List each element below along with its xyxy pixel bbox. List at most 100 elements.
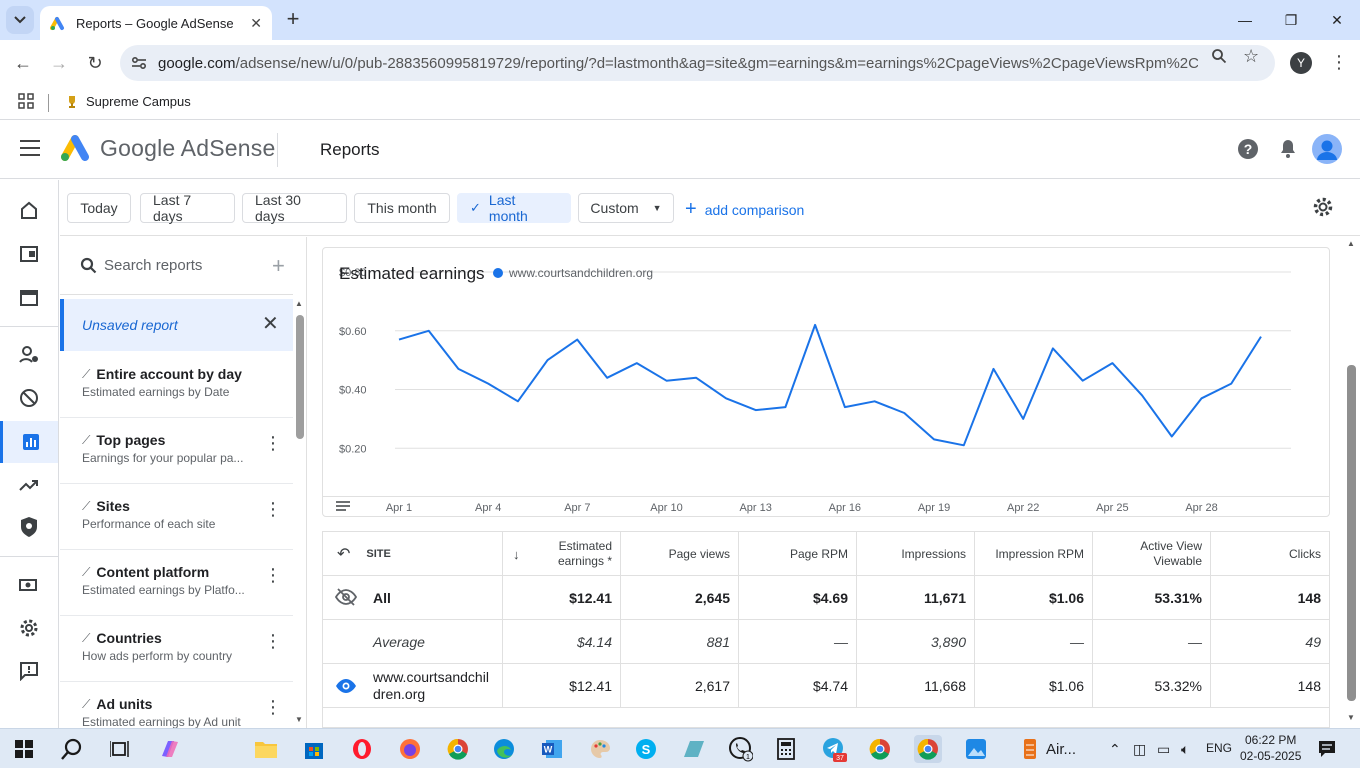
report-top-pages[interactable]: ⟋ Top pages Earnings for your popular pa.… [60, 418, 293, 484]
chip-last-30-days[interactable]: Last 30 days [242, 192, 347, 224]
notifications-bell-icon[interactable] [1276, 137, 1300, 161]
close-icon[interactable]: ✕ [262, 311, 279, 336]
nav-blocking-controls[interactable] [0, 378, 58, 418]
back-button[interactable]: ← [8, 48, 38, 78]
header-page-rpm[interactable]: Page RPM [739, 532, 857, 576]
site-settings-icon[interactable] [130, 54, 148, 72]
unsaved-report-item[interactable]: Unsaved report ✕ [60, 299, 293, 351]
tray-camera-icon[interactable]: ◫ [1133, 741, 1146, 758]
minimize-button[interactable]: — [1222, 0, 1268, 40]
reload-button[interactable]: ↻ [80, 48, 110, 78]
header-clicks[interactable]: Clicks [1211, 532, 1329, 576]
add-comparison-button[interactable]: + add comparison [685, 198, 804, 221]
report-countries[interactable]: ⟋ Countries How ads perform by country ⋮ [60, 616, 293, 682]
more-vert-icon[interactable]: ⋮ [264, 500, 282, 518]
taskbar-telegram[interactable]: 37 [820, 735, 848, 763]
report-sites[interactable]: ⟋ Sites Performance of each site ⋮ [60, 484, 293, 550]
report-ad-units[interactable]: ⟋ Ad units Estimated earnings by Ad unit … [60, 682, 293, 728]
taskbar-weather[interactable]: Air... [1022, 735, 1092, 763]
close-window-button[interactable]: ✕ [1314, 0, 1360, 40]
nav-home[interactable] [0, 190, 58, 230]
scroll-up-arrow-icon[interactable]: ▲ [295, 299, 303, 308]
taskbar-calculator[interactable] [772, 735, 800, 763]
bookmark-supreme-campus[interactable]: Supreme Campus [66, 94, 191, 109]
taskbar-chrome[interactable] [866, 735, 894, 763]
nav-privacy-messaging[interactable] [0, 334, 58, 374]
network-icon[interactable]: ▭ [1157, 741, 1170, 758]
restore-button[interactable]: ❐ [1268, 0, 1314, 40]
address-bar[interactable]: google.com/adsense/new/u/0/pub-288356099… [120, 45, 1275, 81]
more-vert-icon[interactable]: ⋮ [264, 566, 282, 584]
taskbar-notes-app[interactable] [680, 735, 708, 763]
taskbar-whatsapp[interactable]: 1 [726, 735, 754, 763]
nav-reports[interactable] [0, 421, 58, 463]
taskbar-search[interactable] [58, 735, 86, 763]
taskbar-skype[interactable]: S [632, 735, 660, 763]
more-vert-icon[interactable]: ⋮ [264, 434, 282, 452]
browser-menu-icon[interactable]: ⋮ [1330, 52, 1348, 73]
tab-search-button[interactable] [6, 6, 34, 34]
start-button[interactable] [10, 735, 38, 763]
account-avatar[interactable] [1312, 134, 1342, 164]
header-page-views[interactable]: Page views [621, 532, 739, 576]
main-menu-icon[interactable] [20, 140, 40, 161]
report-entire-account-by-day[interactable]: ⟋ Entire account by day Estimated earning… [60, 352, 293, 418]
volume-icon[interactable]: 🔈︎ [1181, 741, 1189, 758]
chart-table-toggle-icon[interactable] [336, 501, 350, 513]
site-name[interactable]: www.courtsandchildren.org [373, 669, 494, 703]
more-vert-icon[interactable]: ⋮ [264, 632, 282, 650]
nav-sites[interactable] [0, 278, 58, 318]
nav-policy-center[interactable] [0, 507, 58, 547]
taskbar-photos[interactable] [962, 735, 990, 763]
visibility-icon[interactable] [335, 678, 357, 694]
scroll-up-arrow-icon[interactable]: ▲ [1347, 239, 1355, 248]
bookmark-star-icon[interactable]: ☆ [1243, 46, 1259, 67]
help-icon[interactable]: ? [1236, 137, 1260, 161]
taskbar-store[interactable] [300, 735, 328, 763]
chart-legend[interactable]: www.courtsandchildren.org [493, 266, 653, 280]
taskbar-firefox[interactable] [396, 735, 424, 763]
new-tab-button[interactable]: + [282, 8, 304, 30]
chip-this-month[interactable]: This month [354, 193, 450, 223]
header-estimated-earnings[interactable]: ↓ Estimated earnings * [503, 532, 621, 576]
nav-payments[interactable] [0, 565, 58, 605]
scrollbar-thumb[interactable] [1347, 365, 1356, 701]
reports-scrollbar[interactable]: ▲ ▼ [294, 299, 306, 728]
forward-button[interactable]: → [44, 48, 74, 78]
taskbar-chrome-active[interactable] [914, 735, 942, 763]
scrollbar-thumb[interactable] [296, 315, 304, 439]
undo-icon[interactable]: ↶ [337, 546, 350, 562]
taskbar-chrome-profile[interactable] [444, 735, 472, 763]
scroll-down-arrow-icon[interactable]: ▼ [1347, 713, 1355, 722]
profile-avatar[interactable]: Y [1290, 52, 1312, 74]
apps-grid-icon[interactable] [18, 93, 34, 109]
system-clock[interactable]: 06:22 PM 02-05-2025 [1240, 732, 1301, 764]
notification-center-icon[interactable] [1318, 740, 1336, 758]
header-impressions[interactable]: Impressions [857, 532, 975, 576]
nav-feedback[interactable] [0, 651, 58, 691]
visibility-off-icon[interactable] [335, 588, 357, 606]
nav-ads[interactable] [0, 234, 58, 274]
report-settings-gear-icon[interactable] [1312, 196, 1334, 218]
chip-today[interactable]: Today [67, 193, 131, 223]
taskbar-copilot[interactable] [156, 735, 184, 763]
header-impression-rpm[interactable]: Impression RPM [975, 532, 1093, 576]
header-active-view-viewable[interactable]: Active View Viewable [1093, 532, 1211, 576]
nav-account[interactable] [0, 608, 58, 648]
language-indicator[interactable]: ENG [1206, 741, 1232, 755]
taskbar-file-explorer[interactable] [252, 735, 280, 763]
taskbar-opera[interactable] [348, 735, 376, 763]
nav-optimization[interactable] [0, 465, 58, 505]
chip-last-7-days[interactable]: Last 7 days [140, 192, 235, 224]
search-reports[interactable]: Search reports + [60, 237, 293, 295]
taskbar-edge[interactable] [490, 735, 518, 763]
scroll-down-arrow-icon[interactable]: ▼ [295, 715, 303, 724]
taskbar-paint[interactable] [586, 735, 614, 763]
browser-tab[interactable]: Reports – Google AdSense ✕ [40, 6, 272, 40]
close-tab-icon[interactable]: ✕ [250, 15, 262, 32]
tray-chevron-up-icon[interactable]: ⌃ [1109, 741, 1121, 758]
zoom-search-icon[interactable] [1211, 48, 1227, 64]
chip-custom[interactable]: Custom ▼ [578, 193, 674, 223]
chip-last-month[interactable]: ✓ Last month [457, 192, 571, 224]
adsense-logo[interactable]: Google AdSense [60, 134, 275, 162]
